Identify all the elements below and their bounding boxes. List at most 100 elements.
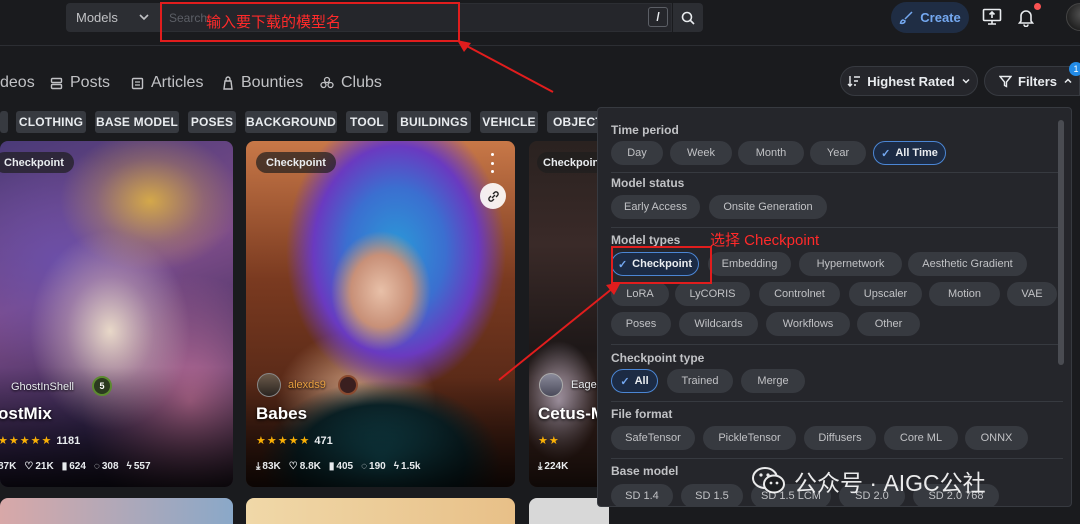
section-divider (611, 172, 1063, 173)
chevron-down-icon (139, 14, 149, 21)
card-stats: ⤓ 224K (538, 461, 568, 472)
model-type-chip[interactable]: Aesthetic Gradient (908, 252, 1027, 276)
creator-level-badge: 5 (92, 376, 112, 396)
model-type-chip[interactable]: Controlnet (759, 282, 840, 306)
sort-dropdown[interactable]: Highest Rated (840, 66, 978, 96)
time-period-chip[interactable]: Week (670, 141, 732, 165)
tips-stat: 1.5k (401, 461, 421, 472)
tag-chip[interactable]: BUILDINGS (397, 111, 471, 133)
filters-panel-scrollbar[interactable] (1058, 120, 1064, 365)
nav-videos[interactable]: deos (0, 74, 35, 92)
user-avatar[interactable] (1066, 3, 1080, 31)
sort-label: Highest Rated (867, 73, 955, 89)
watermark-text: 公众号 · AIGC公社 (794, 470, 986, 496)
model-type-chip[interactable]: LyCORIS (675, 282, 750, 306)
time-period-chip-selected[interactable]: ✓ All Time (873, 141, 946, 165)
model-type-chip[interactable]: Embedding (708, 252, 791, 276)
base-model-chip[interactable]: SD 1.5 (681, 484, 743, 506)
model-type-chip[interactable]: Workflows (766, 312, 850, 336)
search-button[interactable] (673, 3, 703, 32)
models-select[interactable]: Models (66, 3, 160, 32)
model-type-chip[interactable]: VAE (1007, 282, 1057, 306)
file-format-title: File format (611, 407, 673, 421)
file-format-chip[interactable]: SafeTensor (611, 426, 695, 450)
section-divider (611, 227, 1063, 228)
base-model-chip[interactable]: SD 1.4 (611, 484, 673, 506)
tag-chip[interactable]: BASE MODEL (95, 111, 179, 133)
model-type-chip[interactable]: Upscaler (849, 282, 922, 306)
card-stats: 87K ♡ 21K ▮ 624 ◌ 308 ϟ 557 (0, 461, 151, 472)
notifications-button[interactable] (1015, 6, 1037, 28)
heart-icon: ♡ (24, 461, 34, 472)
nav-bounties-label: Bounties (241, 74, 304, 91)
tag-chip[interactable]: CLOTHING (16, 111, 86, 133)
model-card-partial[interactable] (0, 498, 233, 524)
tag-chip[interactable]: VEHICLE (480, 111, 538, 133)
filters-button[interactable]: Filters (984, 66, 1080, 96)
posts-icon (50, 77, 63, 89)
card-username[interactable]: alexds9 (288, 379, 326, 391)
tag-chip[interactable]: TOOL (346, 111, 388, 133)
checkpoint-type-chip[interactable]: Merge (741, 369, 805, 393)
file-format-chip[interactable]: Diffusers (804, 426, 876, 450)
file-format-chip[interactable]: PickleTensor (703, 426, 796, 450)
model-type-chip[interactable]: Other (857, 312, 920, 336)
creator-avatar[interactable] (257, 373, 281, 397)
model-type-chip[interactable]: Motion (929, 282, 1000, 306)
comment-icon: ◌ (93, 461, 100, 472)
model-type-chip[interactable]: Wildcards (679, 312, 758, 336)
model-card[interactable]: Checkpoint alexds9 Babes ★ ★ ★ ★ ★ 471 ⤓ 83K ♡… (246, 141, 515, 487)
card-rating: ★ ★ (538, 435, 559, 447)
nav-bounties[interactable]: Bounties (222, 74, 303, 92)
downloads-stat: 224K (544, 461, 569, 472)
nav-videos-label: deos (0, 74, 35, 91)
comments-stat: 308 (101, 461, 119, 472)
wechat-icon (752, 467, 785, 494)
search-icon (681, 11, 695, 25)
model-status-title: Model status (611, 176, 685, 190)
chevron-down-icon (962, 78, 970, 84)
time-period-chip[interactable]: Month (738, 141, 804, 165)
monitor-upload-button[interactable] (981, 6, 1003, 28)
file-format-chip[interactable]: ONNX (965, 426, 1028, 450)
create-button-label: Create (920, 10, 961, 25)
tag-chip[interactable]: BACKGROUND (245, 111, 337, 133)
search-shortcut-key: / (648, 7, 668, 27)
card-username[interactable]: GhostInShell (11, 381, 74, 393)
collects-stat: 624 (69, 461, 86, 472)
card-title[interactable]: ostMix (0, 404, 52, 424)
time-period-chip[interactable]: Day (611, 141, 663, 165)
card-title[interactable]: Babes (256, 404, 307, 424)
creator-level-badge (338, 375, 358, 395)
model-status-chip[interactable]: Onsite Generation (709, 195, 827, 219)
model-card-partial[interactable] (246, 498, 515, 524)
articles-icon (131, 77, 144, 89)
card-title[interactable]: Cetus-M (538, 404, 605, 424)
nav-clubs[interactable]: Clubs (320, 74, 382, 92)
collects-stat: 405 (336, 461, 354, 472)
card-rating: ★ ★ ★ ★ ★ 471 (256, 434, 333, 448)
rating-count: 471 (314, 434, 333, 447)
model-status-chip[interactable]: Early Access (611, 195, 700, 219)
checkpoint-type-selected-label: All (634, 375, 649, 387)
card-stats: ⤓ 83K ♡ 8.8K ▮ 405 ◌ 190 ϟ 1.5k (256, 461, 420, 472)
tag-chip[interactable]: POSES (188, 111, 236, 133)
nav-posts[interactable]: Posts (50, 74, 110, 92)
file-format-chip[interactable]: Core ML (884, 426, 958, 450)
rating-count: 1181 (56, 434, 81, 447)
create-button[interactable]: Create (891, 2, 969, 33)
nav-articles[interactable]: Articles (131, 74, 203, 92)
time-period-chip[interactable]: Year (810, 141, 866, 165)
nav-articles-label: Articles (151, 74, 204, 91)
card-link-button[interactable] (480, 183, 506, 209)
model-card[interactable]: Checkpoint GhostInShell 5 ostMix ★ ★ ★ ★ ★ 11… (0, 141, 233, 487)
time-period-selected-label: All Time (895, 147, 938, 159)
model-type-chip[interactable]: Hypernetwork (799, 252, 902, 276)
card-rating: ★ ★ ★ ★ ★ 1181 (0, 434, 81, 448)
bounties-icon (223, 76, 233, 90)
checkpoint-type-chip[interactable]: Trained (667, 369, 733, 393)
tag-chip-partial[interactable] (0, 111, 8, 133)
card-menu-button[interactable] (486, 153, 498, 173)
model-types-title: Model types (611, 233, 681, 247)
link-icon (487, 190, 499, 202)
